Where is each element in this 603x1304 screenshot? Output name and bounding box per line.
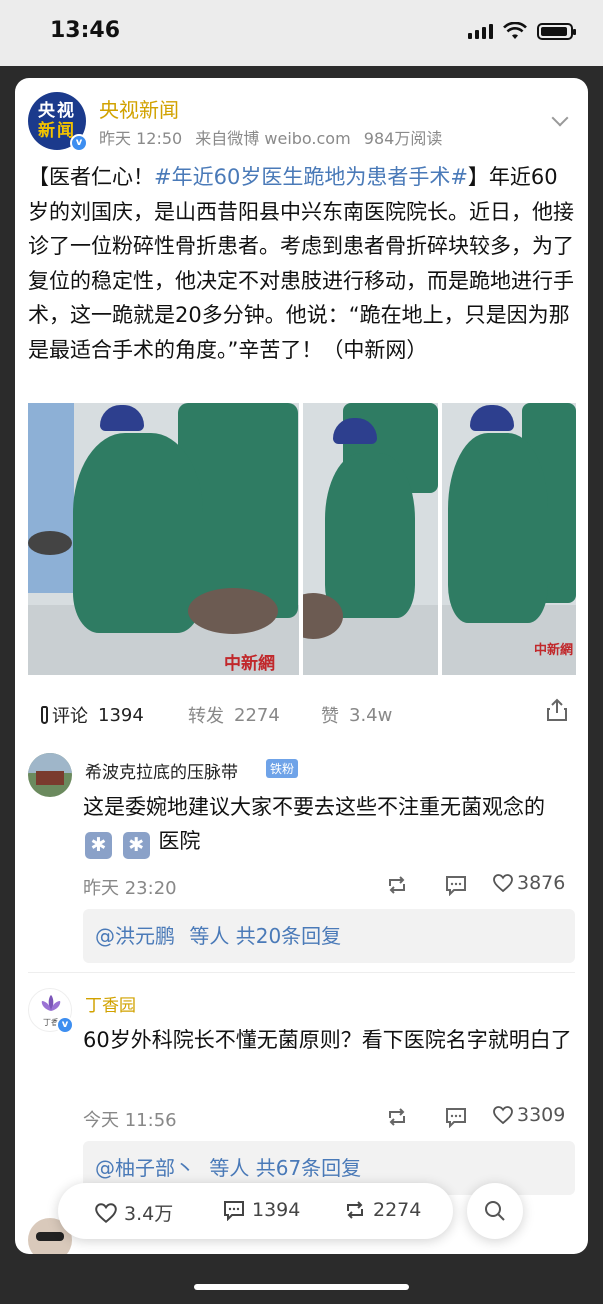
emoji-icon: ✱ (85, 832, 112, 859)
floating-action-bar: 3.4万 1394 2274 (58, 1183, 453, 1239)
commenter-avatar[interactable] (28, 753, 72, 797)
action-row: 评论 1394 转发 2274 赞 3.4w (15, 684, 588, 740)
photo-1[interactable]: 中新網 (28, 403, 299, 675)
heart-icon (95, 1202, 117, 1223)
post-body: 【医者仁心！#年近60岁医生跪地为患者手术#】年近60岁的刘国庆，是山西昔阳县中… (28, 165, 574, 362)
post-meta: 昨天 12:50 来自微博 weibo.com 984万阅读 (99, 125, 450, 149)
commenter-name[interactable]: 丁香园 (85, 991, 136, 1016)
share-icon[interactable] (546, 698, 568, 722)
repost-icon[interactable] (385, 1106, 409, 1128)
comment-text: 60岁外科院长不懂无菌原则？看下医院名字就明白了 (83, 1028, 572, 1052)
photo-3[interactable]: 中新網 (442, 403, 576, 675)
emoji-icon: ✱ (122, 832, 150, 859)
comment-icon[interactable] (444, 874, 468, 896)
verified-icon: v (70, 134, 88, 152)
reply-summary[interactable]: @洪元鹏 等人 共20条回复 (83, 909, 575, 963)
author-avatar[interactable]: 央视 新闻 v (28, 92, 88, 152)
heart-icon (493, 1106, 513, 1125)
floating-comment-button[interactable]: 1394 (222, 1199, 300, 1221)
comment-icon[interactable] (444, 1106, 468, 1128)
floating-like-button[interactable]: 3.4万 (94, 1199, 173, 1226)
fan-badge: 铁粉 (266, 759, 299, 778)
divider (28, 972, 575, 973)
comment-icon (224, 1201, 244, 1221)
status-time: 13:46 (50, 18, 121, 43)
author-name[interactable]: 央视新闻 (99, 94, 179, 123)
comment-time: 今天 11:56 (83, 1110, 177, 1131)
verified-icon: v (56, 1016, 74, 1034)
status-bar: 13:46 (0, 0, 603, 66)
floating-repost-button[interactable]: 2274 (343, 1199, 421, 1221)
post-source: 来自微博 weibo.com (195, 129, 351, 148)
repost-icon[interactable] (385, 874, 409, 896)
repost-icon (347, 1201, 363, 1219)
search-icon (485, 1201, 505, 1221)
comment-time: 昨天 23:20 (83, 878, 177, 899)
thermometer-icon (41, 706, 48, 724)
signal-icon (468, 23, 493, 39)
heart-icon (493, 874, 513, 893)
post-reads: 984万阅读 (363, 129, 443, 148)
like-button[interactable]: 3876 (492, 872, 565, 894)
home-indicator[interactable] (194, 1284, 409, 1290)
post-photos: 中新網 中新網 (28, 403, 576, 675)
comment-item: 希波克拉底的压脉带 铁粉 这是委婉地建议大家不要去这些不注重无菌观念的✱ ✱ 医… (15, 753, 588, 983)
floating-search-button[interactable] (467, 1183, 523, 1239)
commenter-name[interactable]: 希波克拉底的压脉带 (85, 758, 238, 783)
comment-item: 丁香 v 丁香园 60岁外科院长不懂无菌原则？看下医院名字就明白了 今天 11:… (15, 986, 588, 1216)
like-button[interactable]: 3309 (492, 1104, 565, 1126)
hashtag-link[interactable]: #年近60岁医生跪地为患者手术# (154, 165, 468, 189)
chevron-down-icon[interactable] (551, 109, 569, 127)
comment-tab[interactable]: 评论 1394 (41, 702, 144, 728)
repost-tab[interactable]: 转发 2274 (188, 702, 280, 728)
post-card: 央视 新闻 v 央视新闻 昨天 12:50 来自微博 weibo.com 984… (15, 78, 588, 1254)
like-tab[interactable]: 赞 3.4w (321, 702, 392, 728)
post-time: 昨天 12:50 (99, 129, 183, 148)
photo-2[interactable] (303, 403, 438, 675)
wifi-icon (503, 22, 527, 39)
battery-icon (537, 22, 576, 40)
comment-text: 这是委婉地建议大家不要去这些不注重无菌观念的✱ ✱ 医院 (83, 790, 573, 859)
